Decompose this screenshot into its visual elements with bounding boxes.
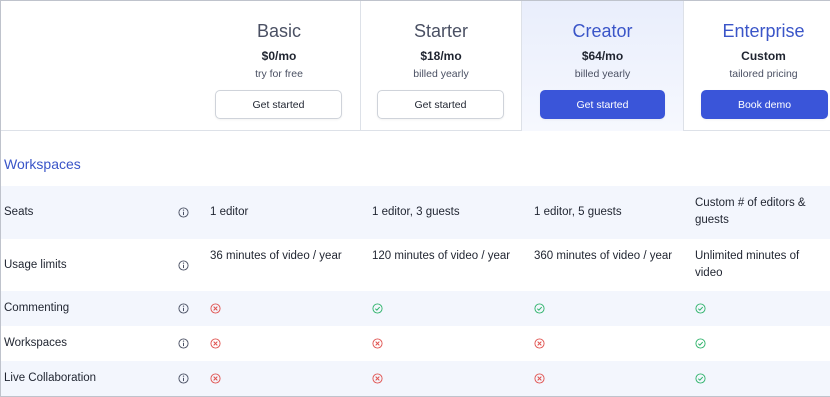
info-icon[interactable] (178, 260, 189, 271)
table-row-usage-limits: Usage limits 36 minutes of video / year … (1, 239, 830, 291)
plan-name: Creator (572, 21, 633, 41)
info-icon[interactable] (178, 207, 189, 218)
table-row-commenting: Commenting (1, 291, 830, 326)
info-icon[interactable] (178, 303, 189, 314)
pricing-table: Basic $0/mo try for free Get started Sta… (0, 0, 830, 397)
x-circle-icon (372, 338, 383, 349)
x-circle-icon (210, 338, 221, 349)
check-circle-icon (695, 373, 706, 384)
table-row-seats: Seats 1 editor 1 editor, 3 guests 1 edit… (1, 186, 830, 239)
table-cell: 360 minutes of video / year (534, 250, 673, 262)
table-cell: 1 editor, 3 guests (372, 206, 460, 218)
plan-name: Starter (413, 21, 469, 41)
plan-starter: Starter $18/mo billed yearly Get started (360, 1, 521, 131)
check-circle-icon (695, 338, 706, 349)
plan-note: billed yearly (574, 68, 631, 80)
row-label: Commenting (4, 302, 70, 314)
get-started-starter-button[interactable]: Get started (377, 90, 504, 119)
plan-note: tailored pricing (729, 68, 798, 80)
get-started-creator-button[interactable]: Get started (540, 90, 665, 119)
section-title: Workspaces (4, 156, 81, 172)
plan-name: Enterprise (722, 21, 805, 41)
plan-enterprise: Enterprise Custom tailored pricing Book … (683, 1, 830, 131)
table-cell: Custom # of editors & guests (695, 197, 806, 226)
row-label: Seats (4, 206, 34, 218)
x-circle-icon (534, 338, 545, 349)
check-circle-icon (372, 303, 383, 314)
table-cell: Unlimited minutes of video (695, 250, 800, 279)
info-icon[interactable] (178, 338, 189, 349)
book-demo-button[interactable]: Book demo (701, 90, 828, 119)
x-circle-icon (534, 373, 545, 384)
row-label: Workspaces (4, 337, 68, 349)
check-circle-icon (695, 303, 706, 314)
x-circle-icon (210, 373, 221, 384)
plan-price: Custom (741, 49, 786, 63)
plan-note: billed yearly (413, 68, 469, 80)
plan-price: $64/mo (581, 49, 624, 63)
check-circle-icon (534, 303, 545, 314)
table-row-workspaces: Workspaces (1, 326, 830, 361)
table-row-live-collaboration: Live Collaboration (1, 361, 830, 396)
get-started-basic-button[interactable]: Get started (215, 90, 342, 119)
plan-note: try for free (255, 68, 303, 80)
row-label: Usage limits (4, 259, 67, 271)
plan-price: $0/mo (261, 49, 297, 63)
table-cell: 36 minutes of video / year (210, 250, 342, 262)
plan-creator: Creator $64/mo billed yearly Get started (521, 1, 683, 131)
plan-price: $18/mo (420, 49, 462, 63)
x-circle-icon (210, 303, 221, 314)
plan-basic: Basic $0/mo try for free Get started (199, 1, 359, 131)
info-icon[interactable] (178, 373, 189, 384)
table-cell: 1 editor, 5 guests (534, 206, 622, 218)
plan-name: Basic (256, 21, 301, 41)
table-cell: 120 minutes of video / year (372, 250, 511, 262)
row-label: Live Collaboration (4, 372, 97, 384)
x-circle-icon (372, 373, 383, 384)
table-cell: 1 editor (210, 206, 249, 218)
plans-header: Basic $0/mo try for free Get started Sta… (1, 1, 830, 131)
